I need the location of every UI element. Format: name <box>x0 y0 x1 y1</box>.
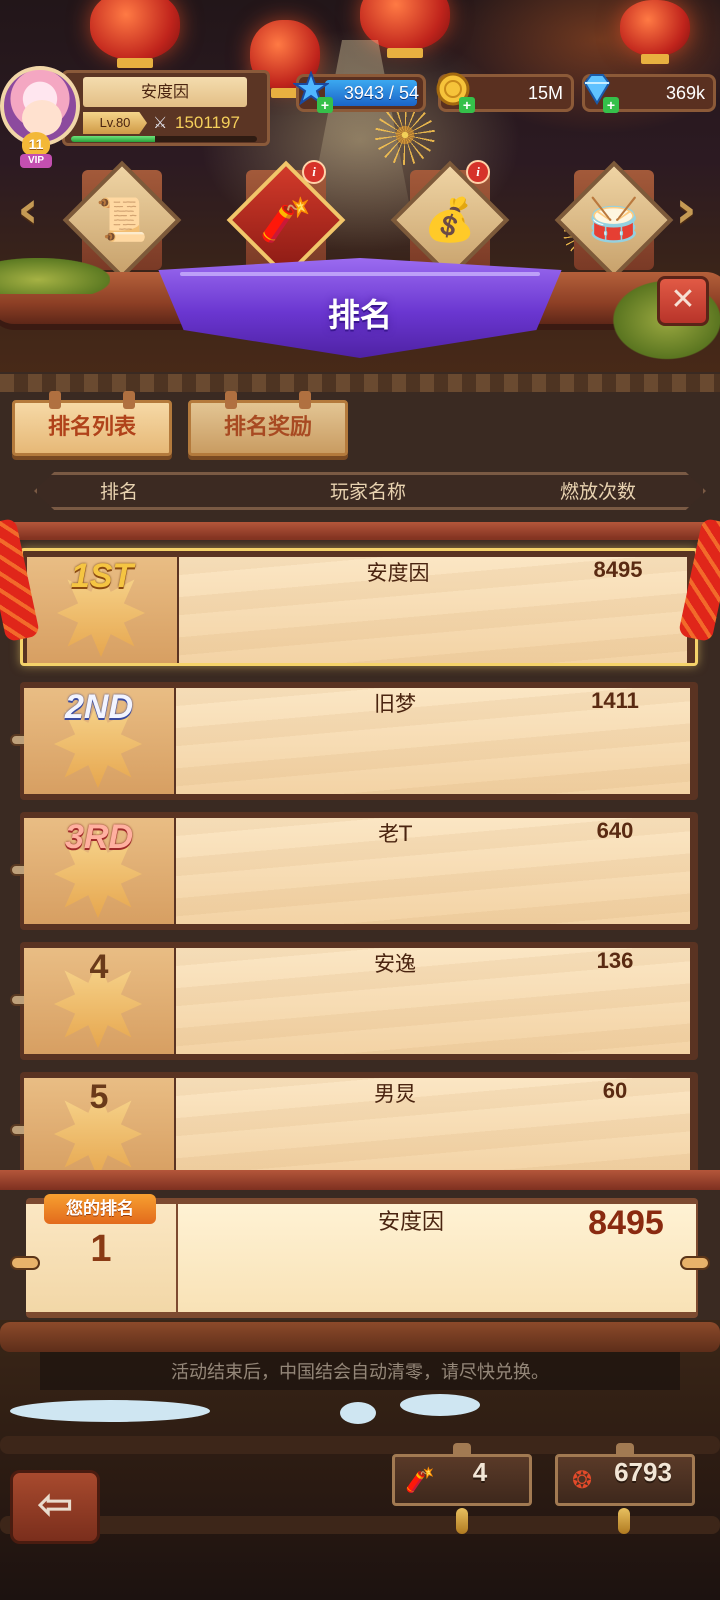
firecracker-count: 4 <box>472 1457 488 1487</box>
chevron-right-icon[interactable]: › <box>666 180 706 240</box>
bell-decoration <box>456 1508 468 1534</box>
launch-count: 8495 <box>593 557 643 582</box>
player-name: 安度因 <box>366 561 430 585</box>
xp-bar-fill <box>71 136 155 142</box>
table-row[interactable]: 3RD 老T 640 <box>10 812 698 930</box>
player-name: 旧梦 <box>374 692 416 716</box>
rank-label: 1ST <box>70 557 134 595</box>
rank-label: 2ND <box>64 688 134 726</box>
list-rail <box>0 522 720 540</box>
player-name: 安度因 <box>83 77 247 107</box>
page-title: 排名 <box>327 296 392 334</box>
my-player-name: 安度因 <box>377 1210 444 1235</box>
player-level: Lv.80 <box>83 112 147 134</box>
energy-value: 3943 / 54 <box>343 83 419 103</box>
snow-decoration <box>340 1402 376 1424</box>
launch-count: 1411 <box>591 688 639 713</box>
back-button[interactable]: ⇦ <box>10 1470 100 1544</box>
player-info-panel[interactable]: 安度因 Lv.80 ⚔ 1501197 <box>62 70 270 146</box>
hinge <box>680 1256 710 1270</box>
column-header-rank: 排名 <box>100 481 139 503</box>
tab-pin <box>123 391 135 409</box>
combat-power: 1501197 <box>175 113 240 132</box>
info-icon[interactable]: i <box>302 160 326 184</box>
tab-pin <box>49 391 61 409</box>
info-icon[interactable]: i <box>466 160 490 184</box>
add-energy-icon[interactable]: + <box>317 97 333 113</box>
leaf-decoration <box>0 258 110 294</box>
lantern-decoration <box>620 0 690 64</box>
lion-drum-icon: 🥁 <box>587 195 641 244</box>
player-name: 老T <box>378 822 412 846</box>
player-name: 男炅 <box>374 1082 416 1106</box>
firecracker-counter: 🧨 4 <box>392 1443 532 1506</box>
bottom-rail <box>0 1322 720 1352</box>
vip-level: 11 <box>22 132 50 156</box>
bell-decoration <box>618 1508 630 1534</box>
column-header-player-name: 玩家名称 <box>330 481 407 503</box>
table-row[interactable]: 4 安逸 136 <box>10 942 698 1060</box>
launch-count: 60 <box>602 1078 628 1103</box>
panel-trim <box>0 374 720 392</box>
crossed-swords-icon: ⚔ <box>153 113 168 132</box>
vip-badge[interactable]: 11 VIP <box>14 132 58 172</box>
tab-pin <box>225 391 237 409</box>
snow-decoration <box>400 1394 480 1416</box>
launch-count: 640 <box>596 818 634 843</box>
table-row[interactable]: 1ST 安度因 8495 <box>20 548 698 666</box>
rank-label: 5 <box>89 1078 109 1116</box>
rank-label: 3RD <box>64 818 134 856</box>
gold-value: 15M <box>527 83 563 103</box>
chinese-knot-count: 6793 <box>614 1457 672 1487</box>
close-icon: ✕ <box>670 282 696 317</box>
gem-counter[interactable]: + 369k <box>582 74 716 113</box>
my-rank-number: 1 <box>90 1228 112 1270</box>
chevron-left-icon[interactable]: ‹ <box>8 180 48 240</box>
chinese-knot-icon: ❂ <box>571 1466 593 1494</box>
firecracker-icon: 🧨 <box>405 1466 435 1494</box>
table-row[interactable]: 5 男炅 60 <box>10 1072 698 1178</box>
energy-counter[interactable]: + 3943 / 54 <box>291 70 426 113</box>
ground-ridge <box>0 1516 720 1534</box>
tab-pin <box>299 391 311 409</box>
tab-label: 排名列表 <box>47 415 136 440</box>
my-rank-tag: 您的排名 <box>44 1194 156 1224</box>
gem-value: 369k <box>665 83 705 103</box>
ground-ridge <box>0 1436 720 1454</box>
list-rail <box>0 1170 720 1190</box>
close-button[interactable]: ✕ <box>657 276 709 326</box>
player-name: 安逸 <box>374 952 416 976</box>
tab-label: 排名奖励 <box>223 415 312 440</box>
chinese-knot-counter: ❂ 6793 <box>555 1443 695 1506</box>
hinge <box>10 1256 40 1270</box>
xp-bar <box>71 136 257 142</box>
tab-ranking-rewards[interactable]: 排名奖励 <box>188 391 348 456</box>
my-rank-card: 您的排名 1 安度因 8495 <box>26 1194 698 1318</box>
arrow-left-icon: ⇦ <box>36 1479 74 1530</box>
gold-counter[interactable]: + 15M <box>436 72 574 113</box>
snow-decoration <box>10 1400 210 1422</box>
table-row[interactable]: 2ND 旧梦 1411 <box>10 682 698 800</box>
tab-ranking-list[interactable]: 排名列表 <box>12 391 172 456</box>
rank-label: 4 <box>89 948 109 986</box>
event-card-drum[interactable]: 🥁 <box>554 160 674 280</box>
notice-text: 活动结束后，中国结会自动清零，请尽快兑换。 <box>171 1362 549 1383</box>
column-header-count: 燃放次数 <box>560 481 637 503</box>
add-gold-icon[interactable]: + <box>459 97 475 113</box>
launch-count: 136 <box>596 948 634 973</box>
add-gems-icon[interactable]: + <box>603 97 619 113</box>
lantern-decoration <box>90 0 180 68</box>
vip-label: VIP <box>20 154 52 168</box>
